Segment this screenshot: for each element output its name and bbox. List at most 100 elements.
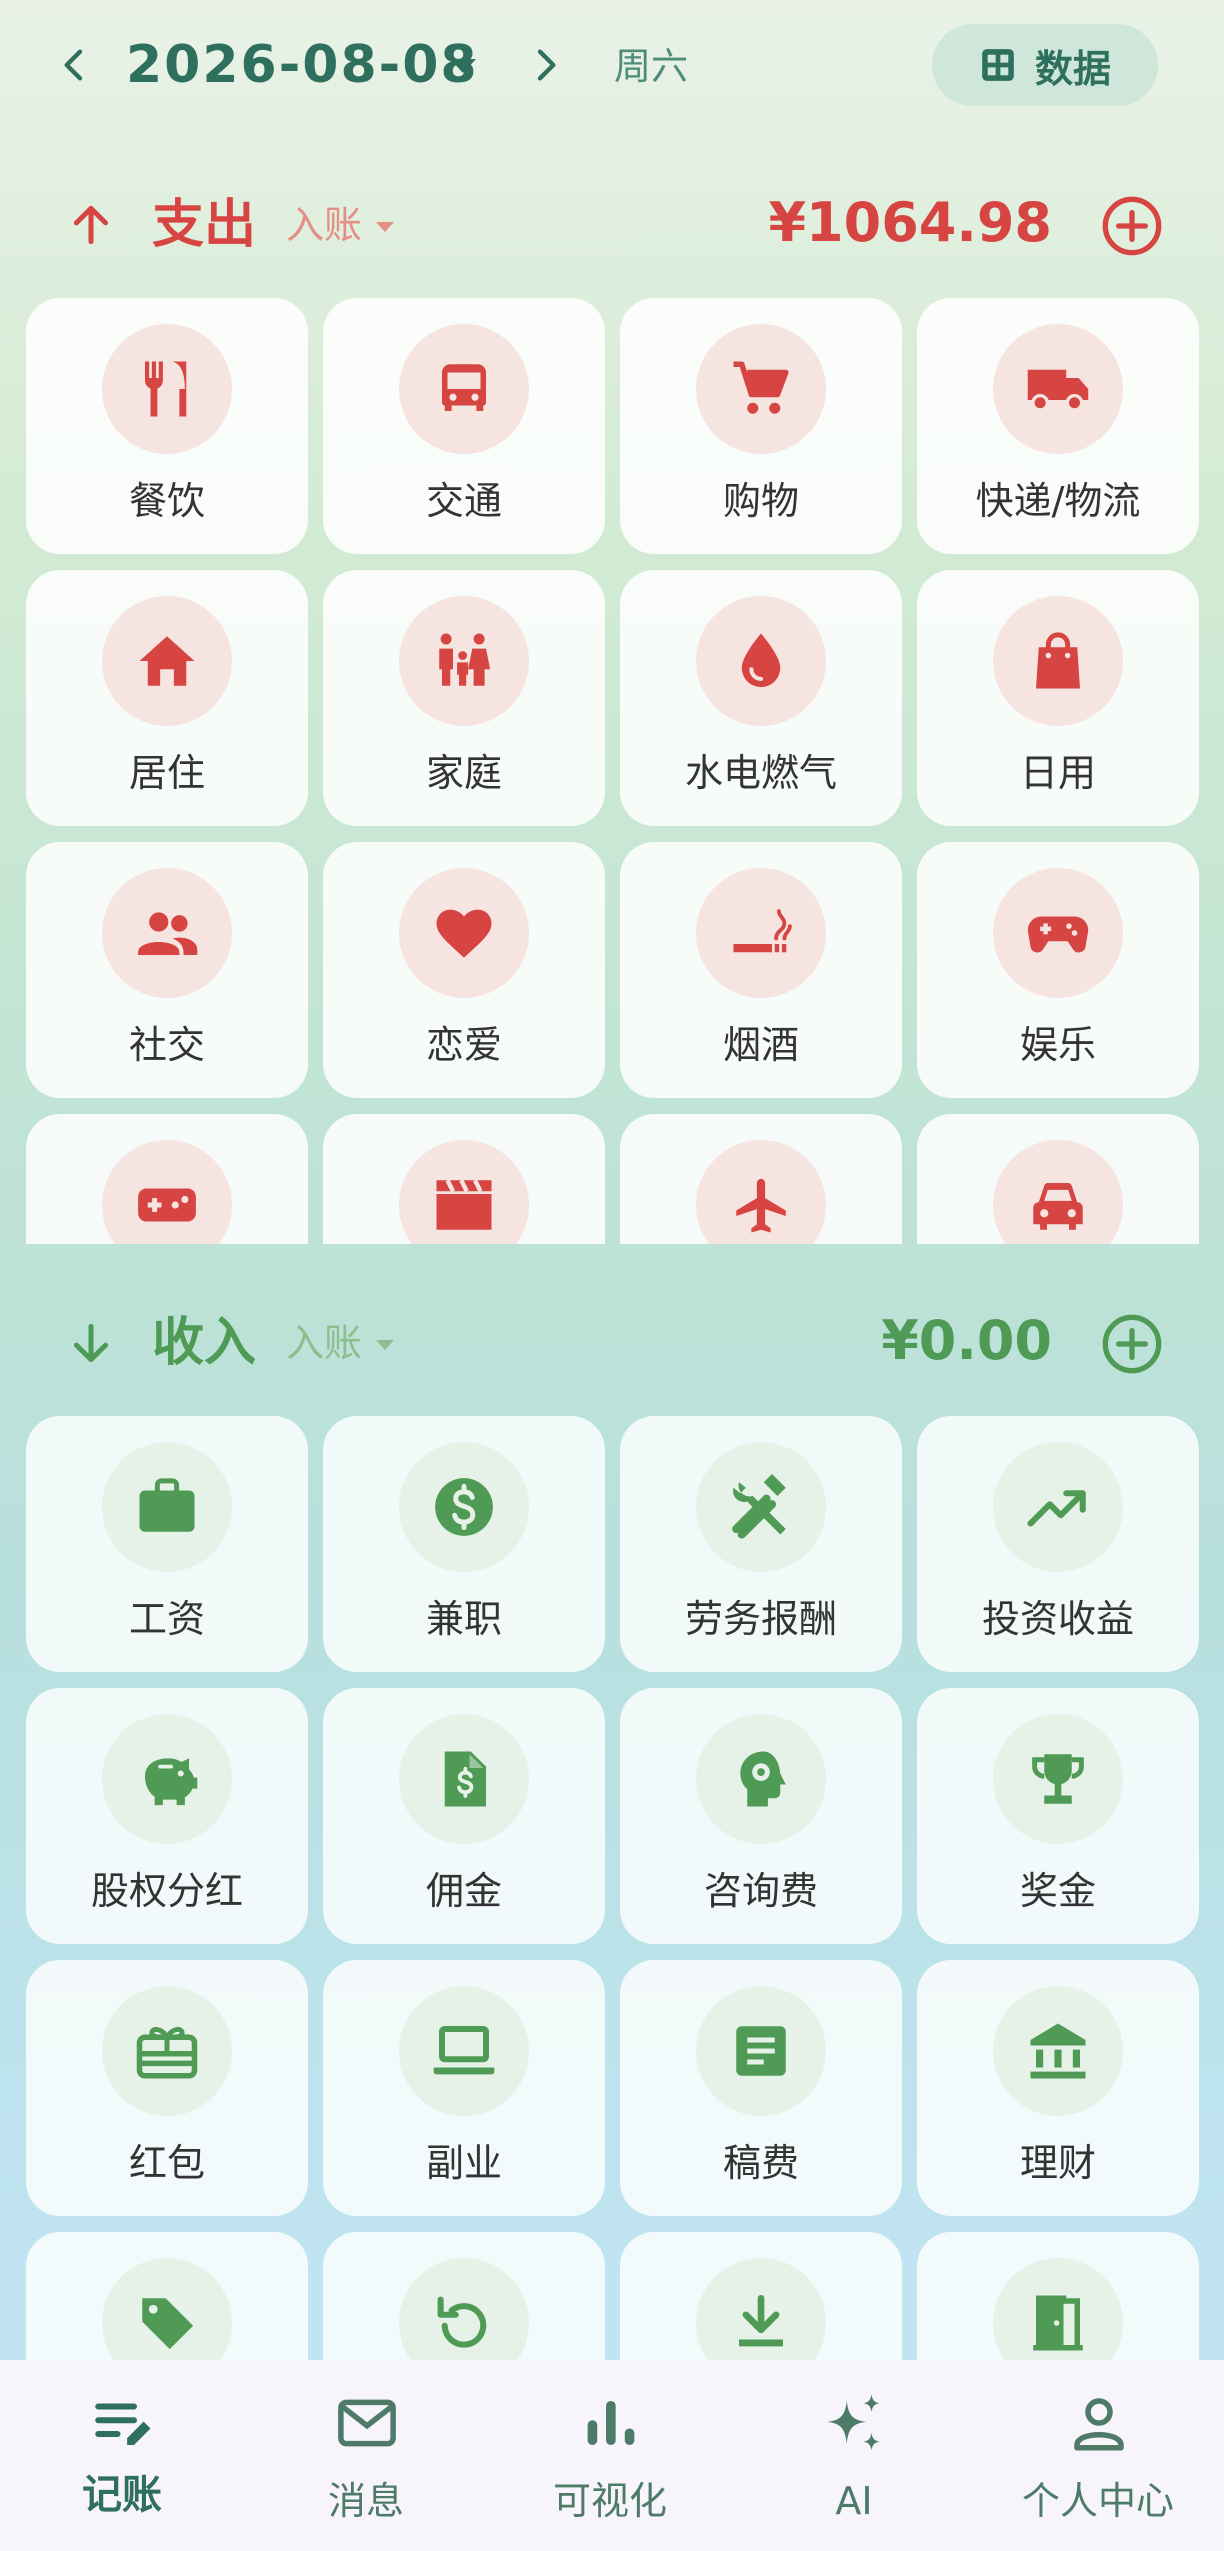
edit-notes-icon bbox=[95, 2403, 151, 2445]
expense-category-tile[interactable]: 烟酒 bbox=[620, 842, 902, 1098]
category-label: 咨询费 bbox=[703, 1869, 818, 1913]
next-day-button[interactable] bbox=[520, 40, 570, 90]
category-icon-circle bbox=[102, 2258, 232, 2360]
chevron-left-icon bbox=[64, 49, 83, 81]
income-category-tile[interactable]: 红包 bbox=[26, 1960, 308, 2216]
income-category-tile[interactable]: 工资 bbox=[26, 1416, 308, 1672]
income-category-tile[interactable]: 股权分红 bbox=[26, 1688, 308, 1944]
category-label: 餐饮 bbox=[128, 479, 205, 523]
article-icon bbox=[736, 2026, 786, 2076]
category-icon-circle bbox=[102, 1442, 232, 1572]
mail-icon bbox=[338, 2399, 396, 2447]
expense-title: 支出 bbox=[152, 195, 257, 255]
category-icon-circle bbox=[399, 1140, 529, 1244]
tag-icon bbox=[142, 2298, 194, 2350]
expense-category-tile[interactable]: 快递/物流 bbox=[917, 298, 1199, 554]
income-category-tile[interactable]: 佣金 bbox=[323, 1688, 605, 1944]
nav-item-2[interactable]: 可视化 bbox=[488, 2360, 732, 2551]
income-category-tile[interactable]: 稿费 bbox=[620, 1960, 902, 2216]
caret-down-icon bbox=[450, 59, 476, 73]
expense-category-tile[interactable]: 日用 bbox=[917, 570, 1199, 826]
income-category-tile[interactable] bbox=[620, 2232, 902, 2360]
expense-category-tile[interactable]: 娱乐 bbox=[917, 842, 1199, 1098]
expense-category-tile[interactable]: 餐饮 bbox=[26, 298, 308, 554]
income-category-tile[interactable] bbox=[323, 2232, 605, 2360]
expense-category-tile[interactable]: 社交 bbox=[26, 842, 308, 1098]
expense-category-tile[interactable] bbox=[917, 1114, 1199, 1244]
movie-clapper-icon bbox=[436, 1179, 492, 1230]
income-category-tile[interactable]: 奖金 bbox=[917, 1688, 1199, 1944]
expense-mode-dropdown[interactable]: 入账 bbox=[286, 198, 395, 252]
expense-category-tile[interactable] bbox=[323, 1114, 605, 1244]
shopping-bag-icon bbox=[1036, 632, 1080, 689]
category-icon-circle bbox=[696, 1442, 826, 1572]
nav-item-1[interactable]: 消息 bbox=[244, 2360, 488, 2551]
category-icon-circle bbox=[399, 324, 529, 454]
income-category-tile[interactable]: 副业 bbox=[323, 1960, 605, 2216]
category-icon-circle bbox=[399, 1986, 529, 2116]
date-dropdown-button[interactable] bbox=[440, 48, 486, 84]
income-category-tile[interactable] bbox=[917, 2232, 1199, 2360]
category-icon-circle bbox=[102, 596, 232, 726]
income-category-tile[interactable] bbox=[26, 2232, 308, 2360]
gamepad-icon bbox=[1027, 916, 1089, 953]
income-category-scroll[interactable]: 工资 兼职 劳务报酬 投资收益股权分红 佣金 咨询费 奖金红包 副业 稿费 理财 bbox=[0, 1416, 1224, 2360]
category-icon-circle bbox=[399, 868, 529, 998]
expense-category-tile[interactable]: 水电燃气 bbox=[620, 570, 902, 826]
category-icon-circle bbox=[993, 1140, 1123, 1244]
income-category-tile[interactable]: 劳务报酬 bbox=[620, 1416, 902, 1672]
nav-item-0[interactable]: 记账 bbox=[0, 2360, 244, 2551]
caret-down-icon bbox=[376, 1340, 395, 1350]
expense-header: 支出 入账 ¥1064.98 bbox=[0, 170, 1224, 280]
nav-item-4[interactable]: 个人中心 bbox=[976, 2360, 1220, 2551]
expense-category-tile[interactable] bbox=[620, 1114, 902, 1244]
category-label: 投资收益 bbox=[981, 1597, 1134, 1641]
bus-icon bbox=[442, 364, 486, 411]
income-category-tile[interactable]: 投资收益 bbox=[917, 1416, 1199, 1672]
bank-icon bbox=[1030, 2023, 1086, 2079]
category-label: 娱乐 bbox=[1019, 1023, 1096, 1067]
category-icon-circle bbox=[102, 1714, 232, 1844]
category-icon-circle bbox=[696, 868, 826, 998]
expense-category-tile[interactable]: 恋爱 bbox=[323, 842, 605, 1098]
income-category-tile[interactable]: 兼职 bbox=[323, 1416, 605, 1672]
person-icon bbox=[1074, 2398, 1124, 2451]
income-header: 收入 入账 ¥0.00 bbox=[0, 1288, 1224, 1398]
nav-item-label: AI bbox=[835, 2479, 873, 2523]
nav-item-label: 可视化 bbox=[552, 2479, 667, 2523]
category-icon-circle bbox=[696, 1714, 826, 1844]
add-income-button[interactable] bbox=[1100, 1312, 1164, 1376]
category-icon-circle bbox=[696, 1986, 826, 2116]
expense-category-tile[interactable]: 家庭 bbox=[323, 570, 605, 826]
game-controller-icon bbox=[138, 1188, 196, 1222]
expense-category-tile[interactable] bbox=[26, 1114, 308, 1244]
data-button-label: 数据 bbox=[1034, 46, 1111, 91]
chevron-right-icon bbox=[537, 49, 556, 81]
expense-category-tile[interactable]: 交通 bbox=[323, 298, 605, 554]
invoice-dollar-icon bbox=[444, 1751, 486, 1807]
shopping-cart-icon bbox=[733, 361, 789, 414]
income-mode-dropdown[interactable]: 入账 bbox=[286, 1316, 395, 1370]
people-icon bbox=[138, 912, 198, 955]
download-icon bbox=[739, 2294, 783, 2347]
income-mode-label: 入账 bbox=[286, 1321, 363, 1365]
expense-category-scroll[interactable]: 餐饮 交通 购物 快递/物流居住 家庭 水电燃气 日用社交 恋爱 烟酒 娱乐 bbox=[0, 298, 1224, 1244]
add-expense-button[interactable] bbox=[1100, 194, 1164, 258]
category-icon-circle bbox=[993, 1986, 1123, 2116]
income-category-tile[interactable]: 理财 bbox=[917, 1960, 1199, 2216]
nav-item-3[interactable]: AI bbox=[732, 2360, 976, 2551]
category-label: 佣金 bbox=[425, 1869, 502, 1913]
category-label: 家庭 bbox=[425, 751, 502, 795]
expense-category-tile[interactable]: 购物 bbox=[620, 298, 902, 554]
data-button[interactable]: 数据 bbox=[932, 24, 1158, 106]
expense-category-tile[interactable]: 居住 bbox=[26, 570, 308, 826]
category-icon-circle bbox=[993, 324, 1123, 454]
category-label: 劳务报酬 bbox=[684, 1597, 837, 1641]
weekday-label: 周六 bbox=[614, 45, 688, 88]
category-label: 理财 bbox=[1019, 2141, 1096, 2185]
category-label: 居住 bbox=[128, 751, 205, 795]
trophy-icon bbox=[1032, 1754, 1084, 1804]
previous-day-button[interactable] bbox=[50, 40, 100, 90]
income-category-tile[interactable]: 咨询费 bbox=[620, 1688, 902, 1944]
date-label[interactable]: 2026-08-08 bbox=[126, 30, 479, 100]
